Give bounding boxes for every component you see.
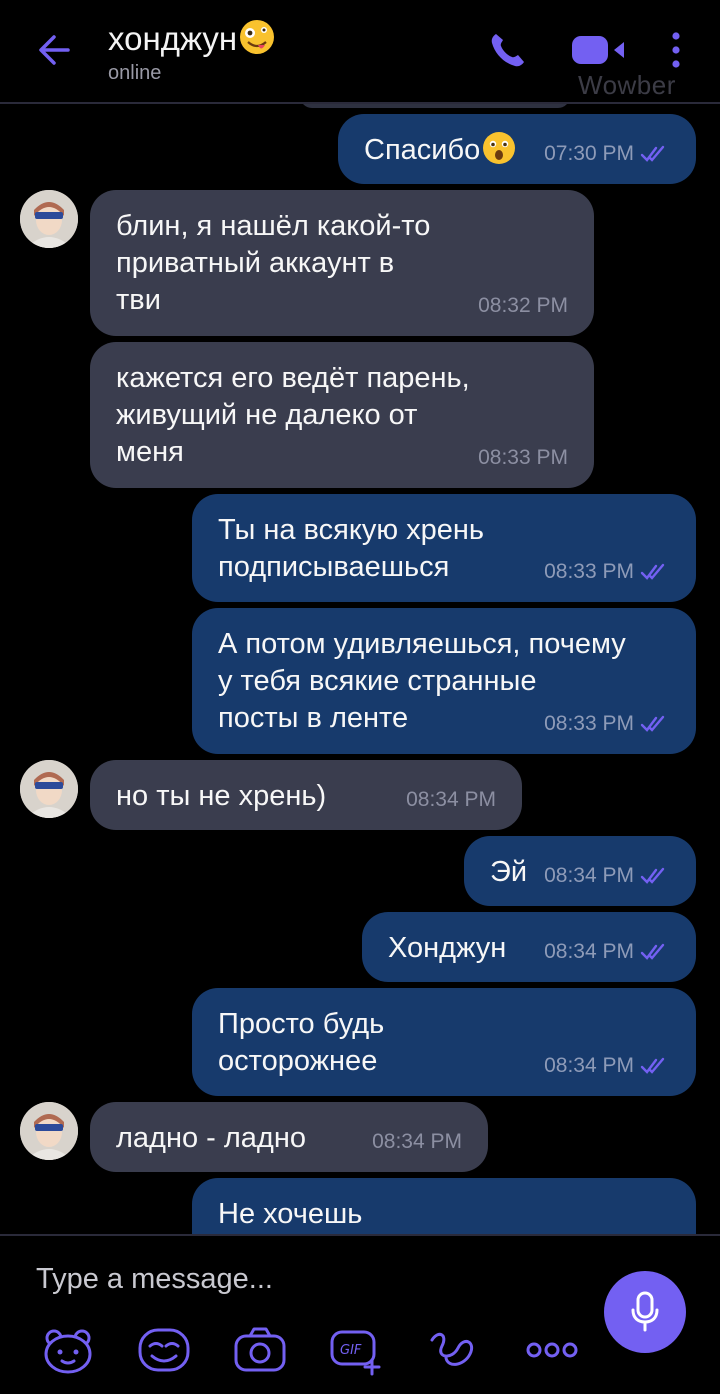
back-arrow-icon[interactable] <box>30 26 78 74</box>
sticker-icon[interactable] <box>40 1324 96 1376</box>
message-meta: 08:34 PM <box>544 933 670 970</box>
read-receipt-icon <box>640 1057 665 1074</box>
message-time: 08:32 PM <box>478 294 568 317</box>
camera-icon[interactable] <box>232 1324 288 1376</box>
astonished-face-icon <box>483 132 516 165</box>
message-outgoing[interactable]: Просто будь осторожнее 08:34 PM <box>192 988 696 1096</box>
message-time: 08:34 PM <box>544 940 634 963</box>
message-text-line: кажется его ведёт парень, <box>116 362 470 394</box>
message-outgoing[interactable]: А потом удивляешься, почему у тебя всяки… <box>192 608 696 754</box>
message-incoming[interactable]: но ты не хрень) 08:34 PM <box>90 760 522 830</box>
message-list[interactable]: Спасибо 07:30 PM блин, я нашёл какой-то … <box>0 0 720 1236</box>
message-meta: 08:34 PM <box>544 857 670 894</box>
message-meta: 07:30 PM <box>544 135 670 172</box>
message-text-line: живущий не далеко от <box>116 399 418 431</box>
message-time: 08:34 PM <box>544 864 634 887</box>
message-meta: 08:32 PM <box>478 287 568 324</box>
message-input[interactable] <box>36 1256 576 1302</box>
message-time: 08:33 PM <box>544 560 634 583</box>
emoji-icon[interactable] <box>136 1324 192 1376</box>
message-text-line: А потом удивляешься, почему <box>218 628 626 660</box>
message-incoming[interactable]: кажется его ведёт парень, живущий не дал… <box>90 342 594 488</box>
chat-header: хонджун online Wowber <box>0 0 720 104</box>
message-outgoing[interactable]: Не хочешь <box>192 1178 696 1236</box>
message-time: 08:33 PM <box>478 446 568 469</box>
microphone-icon <box>631 1291 659 1332</box>
more-icon[interactable] <box>524 1324 580 1376</box>
message-time: 07:30 PM <box>544 142 634 165</box>
phone-icon[interactable] <box>486 28 530 72</box>
message-time: 08:34 PM <box>372 1130 462 1153</box>
message-meta: 08:33 PM <box>544 705 670 742</box>
doodle-icon[interactable] <box>424 1324 480 1376</box>
message-time: 08:34 PM <box>544 1054 634 1077</box>
message-outgoing[interactable]: Ты на всякую хрень подписываешься 08:33 … <box>192 494 696 602</box>
message-text-line: Не хочешь <box>218 1198 363 1230</box>
avatar-photo-icon <box>20 190 78 248</box>
message-incoming[interactable]: ладно - ладно 08:34 PM <box>90 1102 488 1172</box>
message-meta: 08:34 PM <box>544 1047 670 1084</box>
video-call-icon[interactable] <box>570 32 630 68</box>
message-meta: 08:33 PM <box>478 439 568 476</box>
contact-name-text: хонджун <box>108 20 238 57</box>
read-receipt-icon <box>640 943 665 960</box>
read-receipt-icon <box>640 715 665 732</box>
read-receipt-icon <box>640 867 665 884</box>
svg-text:GIF: GIF <box>340 1343 362 1358</box>
message-outgoing[interactable]: Хонджун 08:34 PM <box>362 912 696 982</box>
read-receipt-icon <box>640 145 665 162</box>
message-meta: 08:34 PM <box>372 1123 462 1160</box>
zany-face-icon <box>240 20 275 55</box>
message-time: 08:33 PM <box>544 712 634 735</box>
gif-icon[interactable]: GIF <box>328 1324 384 1376</box>
message-meta: 08:33 PM <box>544 553 670 590</box>
message-text-line: Ты на всякую хрень <box>218 514 485 546</box>
watermark: Wowber <box>578 70 676 100</box>
avatar-photo-icon <box>20 1102 78 1160</box>
avatar-photo-icon <box>20 760 78 818</box>
message-time: 08:34 PM <box>406 788 496 811</box>
message-outgoing[interactable]: Спасибо 07:30 PM <box>338 114 696 184</box>
contact-avatar[interactable] <box>20 1102 78 1160</box>
message-composer: GIF <box>0 1234 720 1394</box>
voice-message-button[interactable] <box>604 1271 686 1353</box>
message-text-line: Просто будь <box>218 1008 385 1040</box>
message-text-line: блин, я нашёл какой-то <box>116 210 431 242</box>
message-meta: 08:34 PM <box>406 781 496 818</box>
contact-name[interactable]: хонджун <box>108 20 275 58</box>
contact-avatar[interactable] <box>20 760 78 818</box>
message-outgoing[interactable]: Эй 08:34 PM <box>464 836 696 906</box>
read-receipt-icon <box>640 563 665 580</box>
contact-avatar[interactable] <box>20 190 78 248</box>
contact-status: online <box>108 62 162 84</box>
more-options-icon[interactable] <box>664 28 688 72</box>
message-text-line: у тебя всякие странные <box>218 665 537 697</box>
message-incoming[interactable]: блин, я нашёл какой-то приватный аккаунт… <box>90 190 594 336</box>
message-text-line: приватный аккаунт в <box>116 247 395 279</box>
chat-screen: Спасибо 07:30 PM блин, я нашёл какой-то … <box>0 0 720 1394</box>
